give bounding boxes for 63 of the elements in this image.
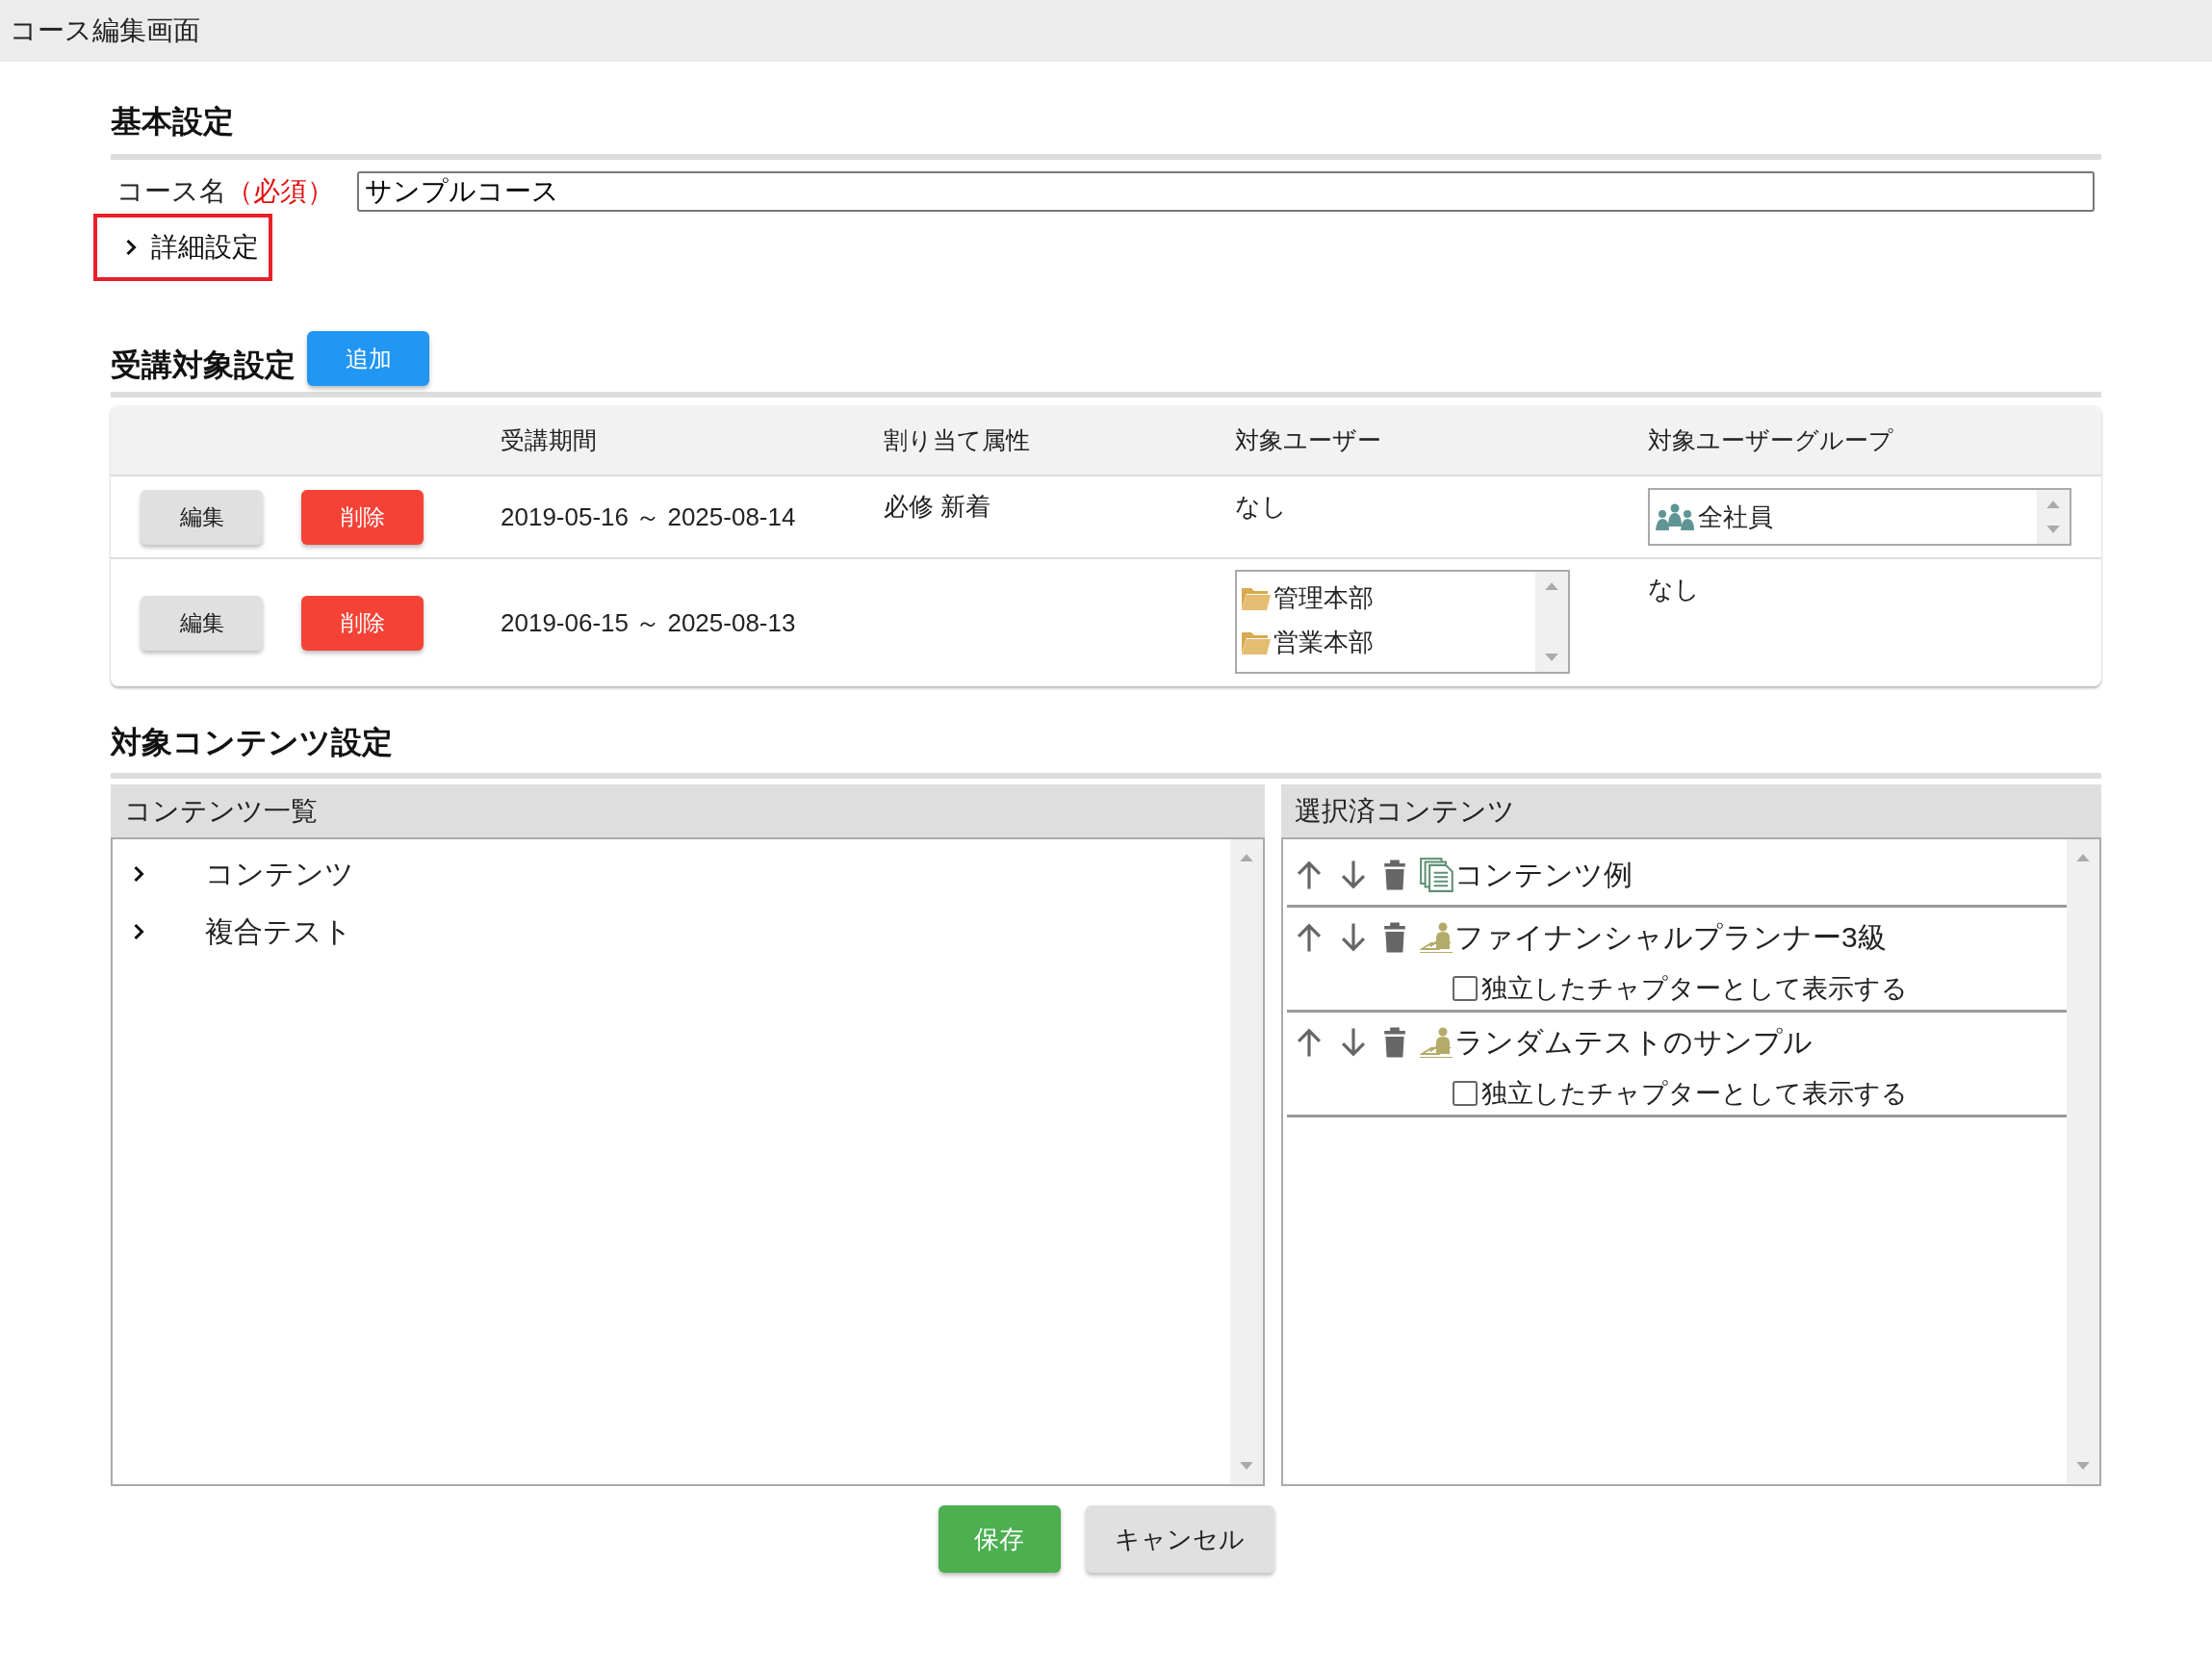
edit-button[interactable]: 編集 — [141, 595, 263, 651]
section-heading: 対象コンテンツ設定 — [111, 724, 394, 761]
scrollbar[interactable] — [1230, 839, 1263, 1484]
none-text: なし — [1235, 492, 1287, 521]
list-item[interactable]: 全社員 — [1698, 500, 1773, 534]
period-cell-text: 2019-06-15 ～ 2025-08-13 — [501, 606, 796, 639]
checkbox-label[interactable]: 独立したチャプターとして表示する — [1481, 1076, 1908, 1111]
section-heading: 基本設定 — [111, 103, 235, 141]
trash-icon[interactable] — [1383, 921, 1406, 954]
delete-button[interactable]: 削除 — [301, 489, 424, 545]
details-toggle[interactable]: 詳細設定 — [124, 225, 259, 270]
arrow-up-icon[interactable] — [1295, 859, 1324, 891]
scrollbar[interactable] — [1535, 572, 1568, 672]
delete-button[interactable]: 削除 — [301, 595, 424, 651]
arrow-up-icon[interactable] — [1295, 1026, 1324, 1059]
tree-item[interactable]: コンテンツ — [205, 854, 354, 894]
panel-header: コンテンツ一覧 — [111, 784, 1265, 839]
chevron-icon[interactable] — [132, 864, 145, 884]
scroll-up-icon — [1545, 581, 1558, 590]
none-text: なし — [1648, 575, 1700, 603]
listbox[interactable]: 管理本部 営業本部 — [1235, 570, 1570, 674]
content-item[interactable]: ランダムテストのサンプル — [1454, 1022, 1813, 1063]
period-cell-text: 2019-05-16 ～ 2025-08-14 — [501, 501, 796, 533]
scroll-up-icon — [1240, 853, 1253, 861]
section-heading: 受講対象設定 — [111, 347, 296, 384]
checkbox[interactable] — [1453, 976, 1478, 1001]
scroll-up-icon — [2076, 853, 2090, 861]
column-header: 割り当て属性 — [884, 424, 1031, 455]
chevron-icon[interactable] — [132, 922, 145, 941]
scroll-down-icon — [1545, 654, 1558, 662]
arrow-down-icon[interactable] — [1339, 921, 1368, 954]
tree-item[interactable]: 複合テスト — [205, 912, 352, 952]
scroll-up-icon — [2046, 500, 2060, 508]
group-icon — [1654, 503, 1696, 530]
trash-icon[interactable] — [1383, 859, 1406, 891]
listbox[interactable]: 全社員 — [1648, 488, 2071, 546]
scroll-down-icon — [2076, 1462, 2090, 1471]
chevron-icon — [124, 238, 138, 257]
column-header: 対象ユーザーグループ — [1648, 424, 1894, 455]
column-header: 対象ユーザー — [1235, 424, 1382, 455]
checkbox-label[interactable]: 独立したチャプターとして表示する — [1481, 971, 1908, 1006]
content-item[interactable]: ファイナンシャルプランナー3級 — [1454, 917, 1887, 958]
scroll-down-icon — [2046, 526, 2060, 534]
panel-header: 選択済コンテンツ — [1281, 784, 2101, 839]
window-title: コース編集画面 — [10, 14, 200, 47]
arrow-down-icon[interactable] — [1339, 1026, 1368, 1059]
arrow-up-icon[interactable] — [1295, 921, 1324, 954]
content-item[interactable]: コンテンツ例 — [1454, 855, 1633, 895]
scroll-down-icon — [1240, 1462, 1253, 1471]
checkbox[interactable] — [1453, 1081, 1478, 1106]
attributes-cell: 必修 新着 — [884, 492, 991, 521]
arrow-down-icon[interactable] — [1339, 859, 1368, 891]
list-item[interactable]: 営業本部 — [1273, 625, 1374, 659]
edit-button[interactable]: 編集 — [141, 489, 263, 545]
trash-icon[interactable] — [1383, 1026, 1406, 1059]
cancel-button[interactable]: キャンセル — [1085, 1505, 1274, 1573]
course-name-field[interactable]: サンプルコース — [357, 171, 2095, 212]
list-item[interactable]: 管理本部 — [1273, 580, 1374, 615]
scrollbar[interactable] — [2037, 490, 2070, 544]
documents-icon — [1420, 856, 1454, 894]
course-name-label: コース名（必須） — [116, 175, 334, 208]
scrollbar[interactable] — [2067, 839, 2099, 1484]
column-header: 受講期間 — [501, 424, 598, 455]
